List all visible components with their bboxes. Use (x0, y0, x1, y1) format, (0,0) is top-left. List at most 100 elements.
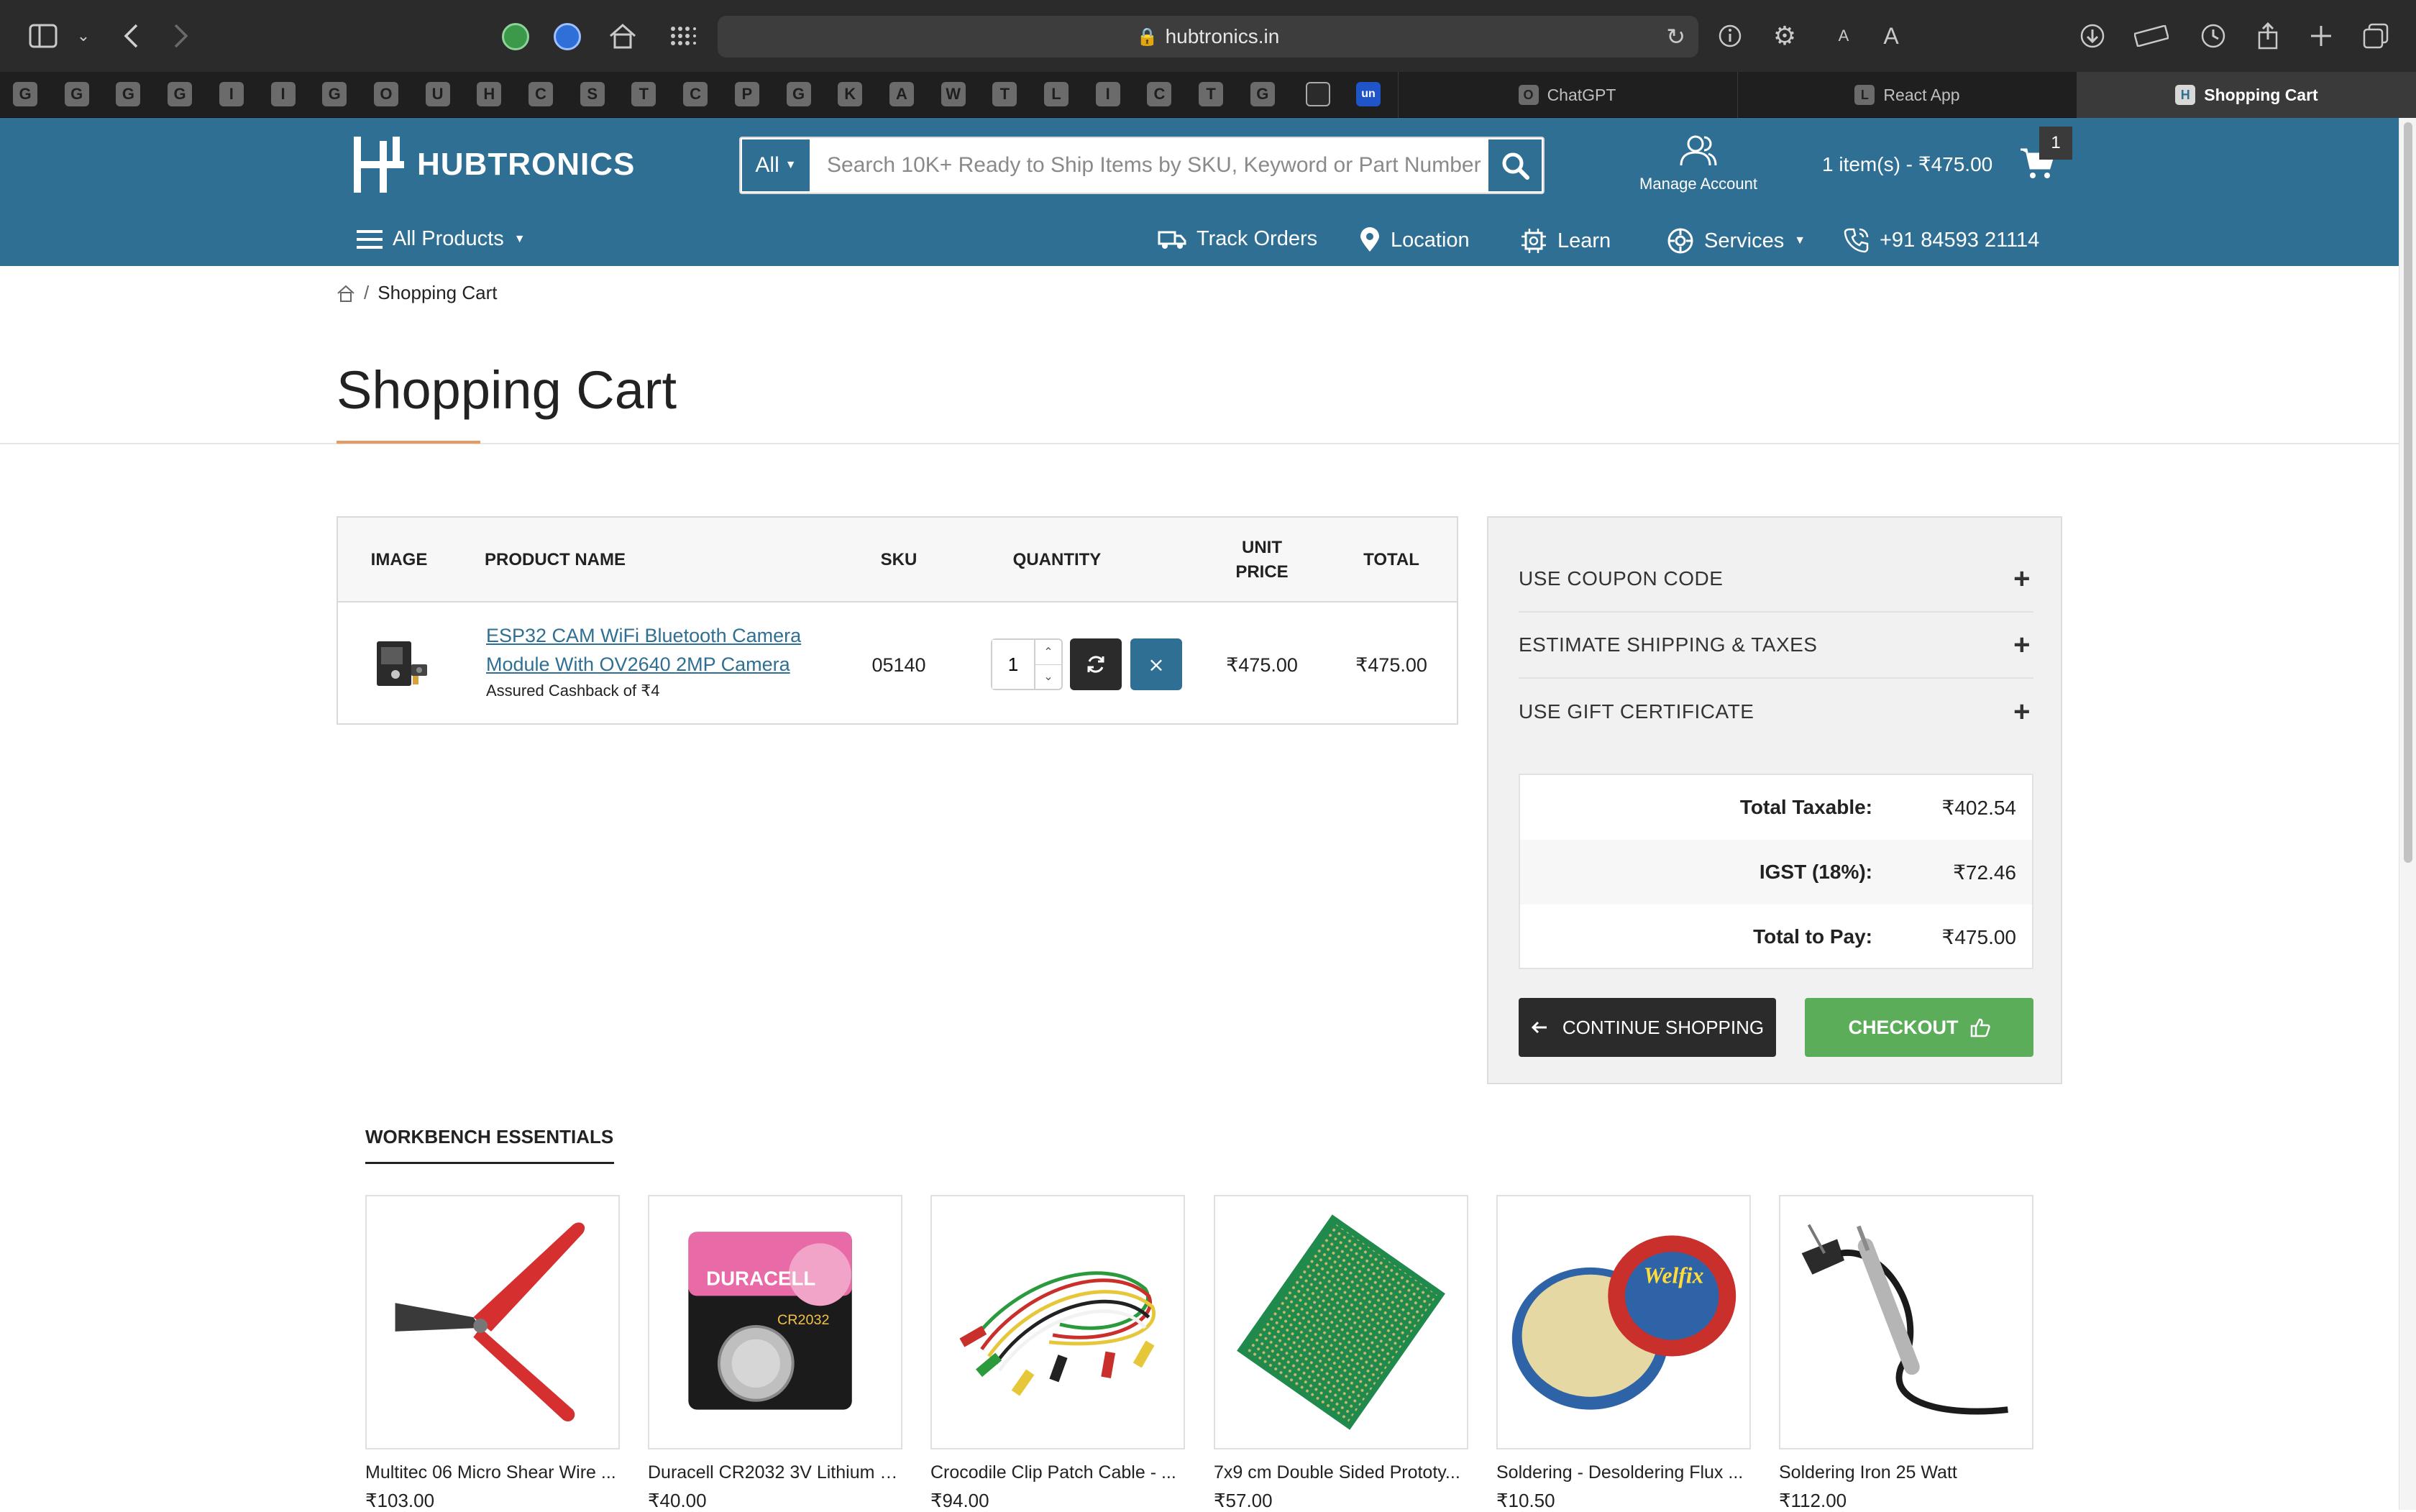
reload-icon[interactable]: ↻ (1666, 23, 1685, 50)
extension-shield-icon[interactable] (554, 23, 581, 50)
pinned-tab[interactable]: G (1250, 82, 1275, 106)
coupon-code-label: USE COUPON CODE (1519, 567, 1724, 590)
product-card-wire-cutter[interactable] (365, 1195, 620, 1449)
pinned-tab[interactable]: I (270, 82, 296, 106)
continue-shopping-button[interactable]: CONTINUE SHOPPING (1519, 998, 1776, 1057)
cart-table-header: IMAGE PRODUCT NAME SKU QUANTITY UNIT PRI… (338, 518, 1457, 602)
pinned-tab[interactable]: H (477, 82, 502, 106)
forward-icon[interactable] (164, 19, 198, 53)
all-products-menu[interactable]: All Products ▼ (357, 227, 526, 251)
search-input[interactable] (811, 138, 1487, 193)
tab-label: React App (1883, 85, 1960, 104)
pinned-tab[interactable]: G (168, 82, 193, 106)
pinned-tab[interactable]: W (941, 82, 966, 106)
pinned-tab[interactable]: L (1044, 82, 1069, 106)
product-card-name[interactable]: Crocodile Clip Patch Cable - ... (930, 1462, 1185, 1483)
total-to-pay-label: Total to Pay: (1753, 925, 1872, 948)
pinned-tab[interactable]: T (1199, 82, 1224, 106)
pinned-tab[interactable]: C (1147, 82, 1172, 106)
pinned-tab[interactable]: O (373, 82, 398, 106)
extension-grammar-icon[interactable] (502, 23, 529, 50)
product-card-crocodile-clips[interactable] (930, 1195, 1185, 1449)
checkout-button[interactable]: CHECKOUT (1805, 998, 2033, 1057)
home-icon[interactable] (605, 19, 640, 53)
remove-item-button[interactable]: × (1130, 638, 1182, 690)
close-icon: × (1148, 652, 1165, 677)
product-card-name[interactable]: Soldering - Desoldering Flux ... (1496, 1462, 1751, 1483)
sidebar-toggle-icon[interactable] (26, 19, 60, 53)
pinned-tab[interactable]: P (734, 82, 759, 106)
pinned-tab[interactable]: U (425, 82, 450, 106)
plus-icon: + (2013, 628, 2031, 661)
pinned-tab[interactable]: S (580, 82, 605, 106)
product-card-name[interactable]: 7x9 cm Double Sided Prototy... (1214, 1462, 1468, 1483)
new-tab-plus-icon[interactable] (2304, 19, 2338, 53)
estimate-shipping-toggle[interactable]: ESTIMATE SHIPPING & TAXES + (1519, 613, 2033, 679)
tab-shopping-cart[interactable]: H Shopping Cart (2077, 72, 2416, 118)
pinned-tab[interactable]: T (631, 82, 656, 106)
pinned-tab[interactable]: I (1095, 82, 1120, 106)
column-unit-price-line1: UNIT (1242, 538, 1282, 557)
product-card-flux-tin[interactable]: Welfix (1496, 1195, 1751, 1449)
back-icon[interactable] (114, 19, 148, 53)
tab-react-app[interactable]: L React App (1737, 72, 2077, 118)
chevron-down-icon[interactable]: ⌄ (66, 19, 101, 53)
services-menu[interactable]: Services ▼ (1667, 227, 1806, 255)
update-quantity-button[interactable] (1070, 638, 1122, 690)
pinned-tab-un-icon[interactable]: un (1356, 82, 1381, 106)
tab-overview-icon[interactable] (2358, 19, 2393, 53)
pinned-tab[interactable]: C (528, 82, 553, 106)
tab-chatgpt[interactable]: O ChatGPT (1398, 72, 1736, 118)
pinned-tab[interactable]: G (322, 82, 347, 106)
learn-link[interactable]: Learn (1520, 227, 1611, 255)
page-scrollbar[interactable] (2399, 118, 2416, 1510)
pinned-tab-bird-icon[interactable] (1306, 82, 1330, 106)
product-card-name[interactable]: Duracell CR2032 3V Lithium C... (648, 1462, 902, 1483)
manage-account-link[interactable]: Manage Account (1632, 134, 1765, 193)
pinned-tab[interactable]: G (116, 82, 141, 106)
pinned-tab[interactable]: T (992, 82, 1017, 106)
text-larger-button[interactable]: A (1874, 19, 1908, 53)
tab-favicon: O (1518, 85, 1539, 105)
home-icon[interactable] (337, 284, 355, 303)
search-button[interactable] (1487, 138, 1543, 193)
continue-shopping-label: CONTINUE SHOPPING (1562, 1016, 1765, 1038)
pinned-tab[interactable]: C (683, 82, 708, 106)
product-card-pcb-board[interactable] (1214, 1195, 1468, 1449)
quantity-input[interactable] (992, 640, 1034, 689)
pinned-tab[interactable]: I (219, 82, 244, 106)
quantity-up-icon[interactable]: ⌃ (1035, 640, 1061, 665)
gift-certificate-toggle[interactable]: USE GIFT CERTIFICATE + (1519, 679, 2033, 745)
product-card-coin-battery[interactable]: DURACELL CR2032 (648, 1195, 902, 1449)
info-icon[interactable] (1713, 19, 1747, 53)
cart-summary-link[interactable]: 1 item(s) - ₹475.00 (1822, 152, 1992, 176)
phone-link[interactable]: +91 84593 21114 (1844, 227, 2039, 253)
history-clock-icon[interactable] (2196, 19, 2230, 53)
settings-gear-icon[interactable]: ⚙ (1767, 19, 1802, 53)
product-thumbnail[interactable] (370, 631, 434, 696)
address-bar[interactable]: 🔒 hubtronics.in ↻ (718, 16, 1698, 58)
coupon-code-toggle[interactable]: USE COUPON CODE + (1519, 546, 2033, 613)
ruler-icon[interactable] (2134, 19, 2169, 53)
pinned-tab[interactable]: G (64, 82, 89, 106)
brand-logo[interactable]: HUBTRONICS (351, 134, 635, 196)
product-card-name[interactable]: Multitec 06 Micro Shear Wire ... (365, 1462, 620, 1483)
product-card-name[interactable]: Soldering Iron 25 Watt (1779, 1462, 2033, 1483)
flux-brand-text: Welfix (1644, 1263, 1704, 1288)
pinned-tab[interactable]: G (13, 82, 37, 106)
track-orders-link[interactable]: Track Orders (1158, 227, 1317, 251)
location-link[interactable]: Location (1359, 227, 1470, 253)
search-category-select[interactable]: All ▼ (741, 138, 811, 193)
pinned-tab[interactable]: A (889, 82, 914, 106)
quantity-stepper: ⌃ ⌄ (991, 638, 1063, 690)
quantity-down-icon[interactable]: ⌄ (1035, 665, 1061, 689)
downloads-icon[interactable] (2075, 19, 2110, 53)
product-name-link[interactable]: ESP32 CAM WiFi Bluetooth Camera Module W… (486, 621, 846, 679)
product-card-soldering-iron[interactable] (1779, 1195, 2033, 1449)
share-icon[interactable] (2251, 19, 2285, 53)
scrollbar-thumb[interactable] (2404, 122, 2412, 863)
pinned-tab[interactable]: G (786, 82, 811, 106)
pinned-tab[interactable]: K (838, 82, 863, 106)
text-smaller-button[interactable]: A (1826, 19, 1861, 53)
apps-grid-icon[interactable] (666, 19, 700, 53)
